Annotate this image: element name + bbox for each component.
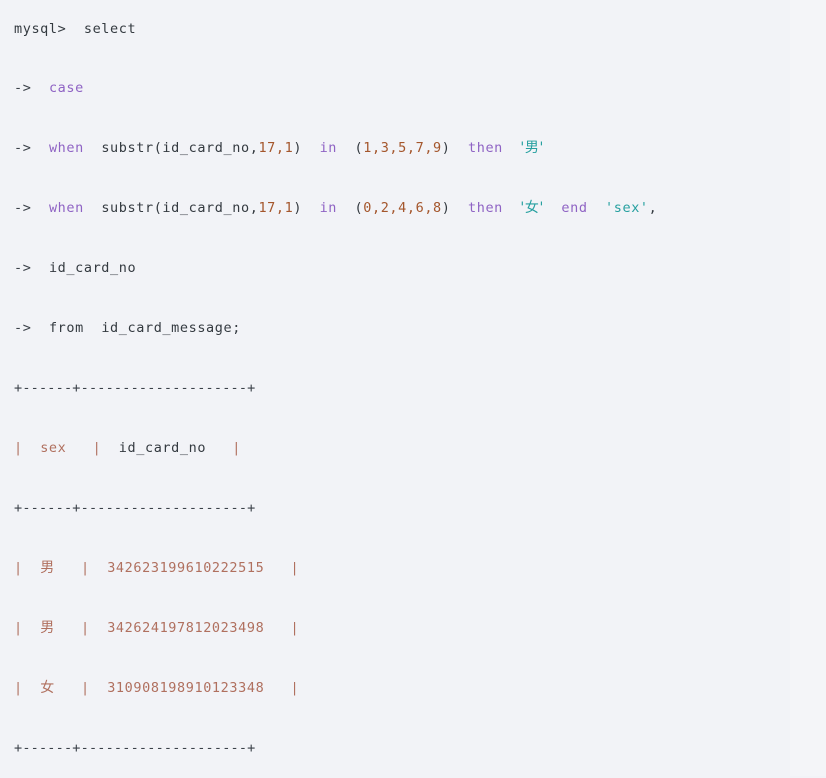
cell-sex: 男: [40, 620, 55, 636]
query-line-from: -> from id_card_message;: [0, 298, 790, 358]
table-row: | 女 | 310908198910123348 |: [0, 658, 790, 718]
pipe-left: |: [14, 620, 23, 636]
pipe-right: |: [290, 560, 300, 576]
query-line-select: mysql> select: [0, 0, 790, 58]
continuation-arrow: ->: [14, 200, 32, 216]
in-keyword: in: [319, 200, 338, 216]
continuation-arrow: ->: [14, 320, 32, 336]
mysql-prompt: mysql>: [14, 21, 67, 37]
pipe-mid: |: [81, 560, 90, 576]
pipe-right: |: [290, 680, 300, 696]
table-header-row: | sex | id_card_no |: [0, 418, 790, 478]
continuation-arrow: ->: [14, 80, 32, 96]
ascii-border: +------+--------------------+: [14, 740, 256, 756]
odd-digit-list: 1,3,5,7,9: [363, 140, 442, 156]
query-line-when-female: -> when substr(id_card_no,17,1) in (0,2,…: [0, 178, 790, 238]
then-keyword: then: [468, 200, 503, 216]
table-border-bottom: +------+--------------------+: [0, 718, 790, 778]
substr-function: substr(id_card_no,: [101, 140, 259, 156]
cell-id-card-no: 342624197812023498: [107, 620, 265, 636]
list-paren-close: ): [441, 140, 451, 156]
cell-id-card-no: 342623199610222515: [107, 560, 265, 576]
pipe-mid: |: [92, 440, 102, 456]
female-literal: '女': [520, 200, 544, 216]
query-line-column: -> id_card_no: [0, 238, 790, 298]
pipe-left: |: [14, 560, 23, 576]
list-paren-close: ): [441, 200, 451, 216]
table-border-mid: +------+--------------------+: [0, 478, 790, 538]
pipe-left: |: [14, 680, 23, 696]
query-line-case: -> case: [0, 58, 790, 118]
column-header-id-card-no: id_card_no: [118, 440, 207, 456]
id-card-no-column: id_card_no: [48, 260, 137, 276]
cell-id-card-no: 310908198910123348: [107, 680, 265, 696]
column-header-sex: sex: [40, 440, 67, 456]
table-row: | 男 | 342624197812023498 |: [0, 598, 790, 658]
paren-close: ): [293, 200, 303, 216]
cell-sex: 女: [40, 680, 55, 696]
in-keyword: in: [319, 140, 338, 156]
when-keyword: when: [48, 200, 84, 216]
mysql-console-output[interactable]: mysql> select -> case -> when substr(id_…: [0, 0, 790, 776]
ascii-border: +------+--------------------+: [14, 500, 256, 516]
pipe-right: |: [290, 620, 300, 636]
table-border-top: +------+--------------------+: [0, 358, 790, 418]
end-keyword: end: [561, 200, 588, 216]
substr-args: 17,1: [258, 200, 294, 216]
pipe-left: |: [14, 440, 23, 456]
continuation-arrow: ->: [14, 140, 32, 156]
paren-close: ): [293, 140, 303, 156]
male-literal: '男': [520, 140, 544, 156]
pipe-mid: |: [81, 680, 90, 696]
substr-function: substr(id_card_no,: [101, 200, 259, 216]
sex-alias: 'sex': [605, 200, 649, 216]
even-digit-list: 0,2,4,6,8: [363, 200, 442, 216]
terminal-screen: mysql> select -> case -> when substr(id_…: [0, 0, 826, 776]
list-paren-open: (: [354, 200, 364, 216]
select-keyword: select: [83, 21, 137, 37]
from-keyword: from: [48, 320, 84, 336]
query-line-when-male: -> when substr(id_card_no,17,1) in (1,3,…: [0, 118, 790, 178]
then-keyword: then: [468, 140, 503, 156]
pipe-mid: |: [81, 620, 90, 636]
case-keyword: case: [48, 80, 84, 96]
pipe-right: |: [232, 440, 241, 456]
when-keyword: when: [48, 140, 84, 156]
ascii-border: +------+--------------------+: [14, 380, 256, 396]
table-row: | 男 | 342623199610222515 |: [0, 538, 790, 598]
substr-args: 17,1: [258, 140, 294, 156]
list-paren-open: (: [354, 140, 364, 156]
continuation-arrow: ->: [14, 260, 32, 276]
table-name: id_card_message;: [101, 320, 241, 336]
cell-sex: 男: [40, 560, 55, 576]
right-gutter: [790, 0, 826, 776]
comma: ,: [648, 200, 658, 216]
